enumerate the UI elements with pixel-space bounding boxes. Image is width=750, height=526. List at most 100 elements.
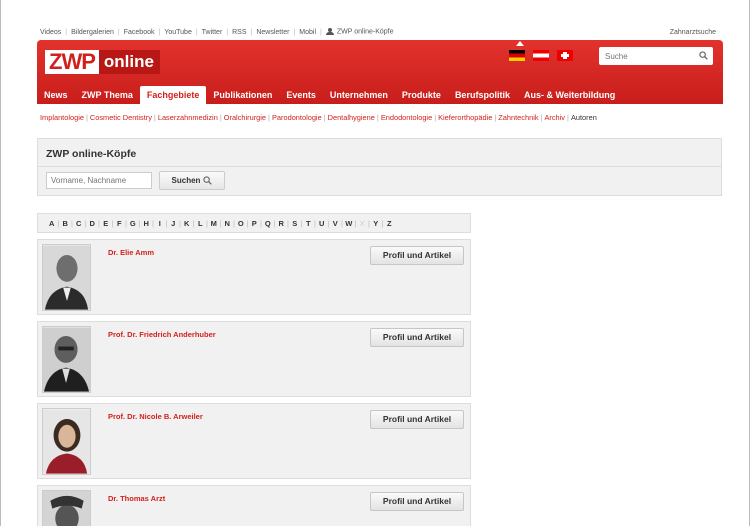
subnav-oralchirurgie[interactable]: Oralchirurgie bbox=[224, 113, 266, 122]
subnav-laser[interactable]: Laserzahnmedizin bbox=[158, 113, 218, 122]
sub-nav: Implantologie | Cosmetic Dentistry | Laser… bbox=[40, 113, 720, 122]
separator: | bbox=[376, 113, 379, 122]
language-indicator-icon bbox=[516, 41, 524, 46]
alphabet-letter-w[interactable]: W bbox=[343, 219, 355, 228]
subnav-autoren[interactable]: Autoren bbox=[571, 113, 597, 122]
flag-austria-icon[interactable] bbox=[533, 50, 549, 61]
profile-button[interactable]: Profil und Artikel bbox=[370, 410, 464, 429]
alphabet-letter-e[interactable]: E bbox=[100, 219, 112, 228]
alphabet-letter-r[interactable]: R bbox=[276, 219, 288, 228]
utility-links: Videos | Bildergalerien | Facebook | YouTub… bbox=[40, 28, 394, 36]
separator: | bbox=[293, 28, 296, 36]
alphabet-letter-i[interactable]: I bbox=[154, 219, 166, 228]
alphabet-letter-s[interactable]: S bbox=[289, 219, 301, 228]
alphabet-letter-b[interactable]: B bbox=[60, 219, 72, 228]
utility-link-koepfe[interactable]: ZWP online-Köpfe bbox=[325, 28, 394, 36]
alphabet-letter-o[interactable]: O bbox=[235, 219, 247, 228]
utility-link-mobil[interactable]: Mobil bbox=[299, 29, 316, 36]
nav-news[interactable]: News bbox=[37, 86, 75, 104]
author-name[interactable]: Prof. Dr. Friedrich Anderhuber bbox=[108, 330, 216, 339]
subnav-endodontologie[interactable]: Endodontologie bbox=[381, 113, 432, 122]
alphabet-letter-k[interactable]: K bbox=[181, 219, 193, 228]
search-icon[interactable] bbox=[699, 51, 708, 60]
author-name[interactable]: Dr. Elie Amm bbox=[108, 248, 154, 257]
name-search-button[interactable]: Suchen bbox=[159, 171, 225, 190]
alphabet-letter-f[interactable]: F bbox=[114, 219, 126, 228]
alphabet-letter-y[interactable]: Y bbox=[370, 219, 382, 228]
list-item: Dr. Thomas Arzt Profil und Artikel bbox=[37, 485, 471, 526]
alphabet-letter-j[interactable]: J bbox=[168, 219, 180, 228]
alphabet-letter-z[interactable]: Z bbox=[384, 219, 396, 228]
utility-link-videos[interactable]: Videos bbox=[40, 29, 61, 36]
search-icon bbox=[203, 176, 213, 185]
utility-link-gallery[interactable]: Bildergalerien bbox=[71, 29, 114, 36]
nav-unternehmen[interactable]: Unternehmen bbox=[323, 86, 395, 104]
profile-button[interactable]: Profil und Artikel bbox=[370, 246, 464, 265]
site-search-input[interactable] bbox=[605, 51, 693, 61]
separator: | bbox=[494, 113, 497, 122]
alphabet-letter-q[interactable]: Q bbox=[262, 219, 274, 228]
author-photo bbox=[42, 326, 91, 393]
separator: | bbox=[195, 28, 198, 36]
alphabet-letter-a[interactable]: A bbox=[46, 219, 58, 228]
alphabet-letter-v[interactable]: V bbox=[330, 219, 342, 228]
alphabet-filter: A | B | C | D | E | F | G | H | I | J | K | L | M | N | O | P | Q | R | S | T |… bbox=[37, 213, 471, 233]
separator: | bbox=[434, 113, 437, 122]
nav-produkte[interactable]: Produkte bbox=[395, 86, 448, 104]
utility-link-newsletter[interactable]: Newsletter bbox=[256, 29, 289, 36]
flag-switzerland-icon[interactable] bbox=[557, 50, 573, 61]
utility-link-zahnarztsuche[interactable]: Zahnarztsuche bbox=[670, 29, 716, 36]
utility-link-koepfe-label: ZWP online-Köpfe bbox=[336, 28, 394, 36]
nav-fachgebiete[interactable]: Fachgebiete bbox=[139, 86, 207, 104]
separator: | bbox=[250, 28, 253, 36]
nav-events[interactable]: Events bbox=[279, 86, 323, 104]
alphabet-letter-n[interactable]: N bbox=[222, 219, 234, 228]
alphabet-letter-l[interactable]: L bbox=[195, 219, 207, 228]
list-item: Dr. Elie Amm Profil und Artikel bbox=[37, 239, 471, 315]
utility-link-youtube[interactable]: YouTube bbox=[164, 29, 192, 36]
subnav-parodontologie[interactable]: Parodontologie bbox=[272, 113, 322, 122]
separator: | bbox=[226, 28, 229, 36]
subnav-implantologie[interactable]: Implantologie bbox=[40, 113, 84, 122]
subnav-kieferorthopaedie[interactable]: Kieferorthopädie bbox=[438, 113, 492, 122]
alphabet-letter-d[interactable]: D bbox=[87, 219, 99, 228]
subnav-cosmetic[interactable]: Cosmetic Dentistry bbox=[90, 113, 152, 122]
alphabet-letter-u[interactable]: U bbox=[316, 219, 328, 228]
alphabet-letter-c[interactable]: C bbox=[73, 219, 85, 228]
nav-zwp-thema[interactable]: ZWP Thema bbox=[75, 86, 140, 104]
profile-button[interactable]: Profil und Artikel bbox=[370, 328, 464, 347]
subnav-archiv[interactable]: Archiv bbox=[544, 113, 565, 122]
separator: | bbox=[567, 113, 569, 122]
separator: | bbox=[85, 113, 88, 122]
alphabet-letter-x: X bbox=[359, 218, 365, 228]
author-name[interactable]: Dr. Thomas Arzt bbox=[108, 494, 165, 503]
utility-link-twitter[interactable]: Twitter bbox=[202, 29, 223, 36]
alphabet-letter-g[interactable]: G bbox=[127, 219, 139, 228]
utility-bar: Videos | Bildergalerien | Facebook | YouTub… bbox=[40, 26, 716, 38]
utility-link-facebook[interactable]: Facebook bbox=[124, 29, 155, 36]
author-name[interactable]: Prof. Dr. Nicole B. Arweiler bbox=[108, 412, 203, 421]
alphabet-letter-h[interactable]: H bbox=[141, 219, 153, 228]
author-photo bbox=[42, 408, 91, 475]
user-icon bbox=[325, 28, 334, 36]
profile-button[interactable]: Profil und Artikel bbox=[370, 492, 464, 511]
subnav-zahntechnik[interactable]: Zahntechnik bbox=[498, 113, 538, 122]
site-logo[interactable]: ZWP online bbox=[45, 50, 160, 74]
flag-germany-icon[interactable] bbox=[509, 50, 525, 61]
author-photo bbox=[42, 244, 91, 311]
nav-weiterbildung[interactable]: Aus- & Weiterbildung bbox=[517, 86, 622, 104]
name-search-input[interactable] bbox=[46, 172, 152, 189]
subnav-dentalhygiene[interactable]: Dentalhygiene bbox=[328, 113, 375, 122]
utility-link-rss[interactable]: RSS bbox=[232, 29, 246, 36]
logo-zwp: ZWP bbox=[45, 50, 99, 74]
nav-berufspolitik[interactable]: Berufspolitik bbox=[448, 86, 517, 104]
site-header: ZWP online News ZWP Thema Fachgebiete Pu… bbox=[37, 40, 723, 104]
main-nav: News ZWP Thema Fachgebiete Publikationen… bbox=[37, 86, 622, 104]
separator: | bbox=[117, 28, 120, 36]
divider bbox=[38, 166, 721, 167]
alphabet-letter-t[interactable]: T bbox=[303, 219, 315, 228]
separator: | bbox=[158, 28, 161, 36]
nav-publikationen[interactable]: Publikationen bbox=[206, 86, 279, 104]
alphabet-letter-p[interactable]: P bbox=[249, 219, 261, 228]
alphabet-letter-m[interactable]: M bbox=[208, 219, 220, 228]
